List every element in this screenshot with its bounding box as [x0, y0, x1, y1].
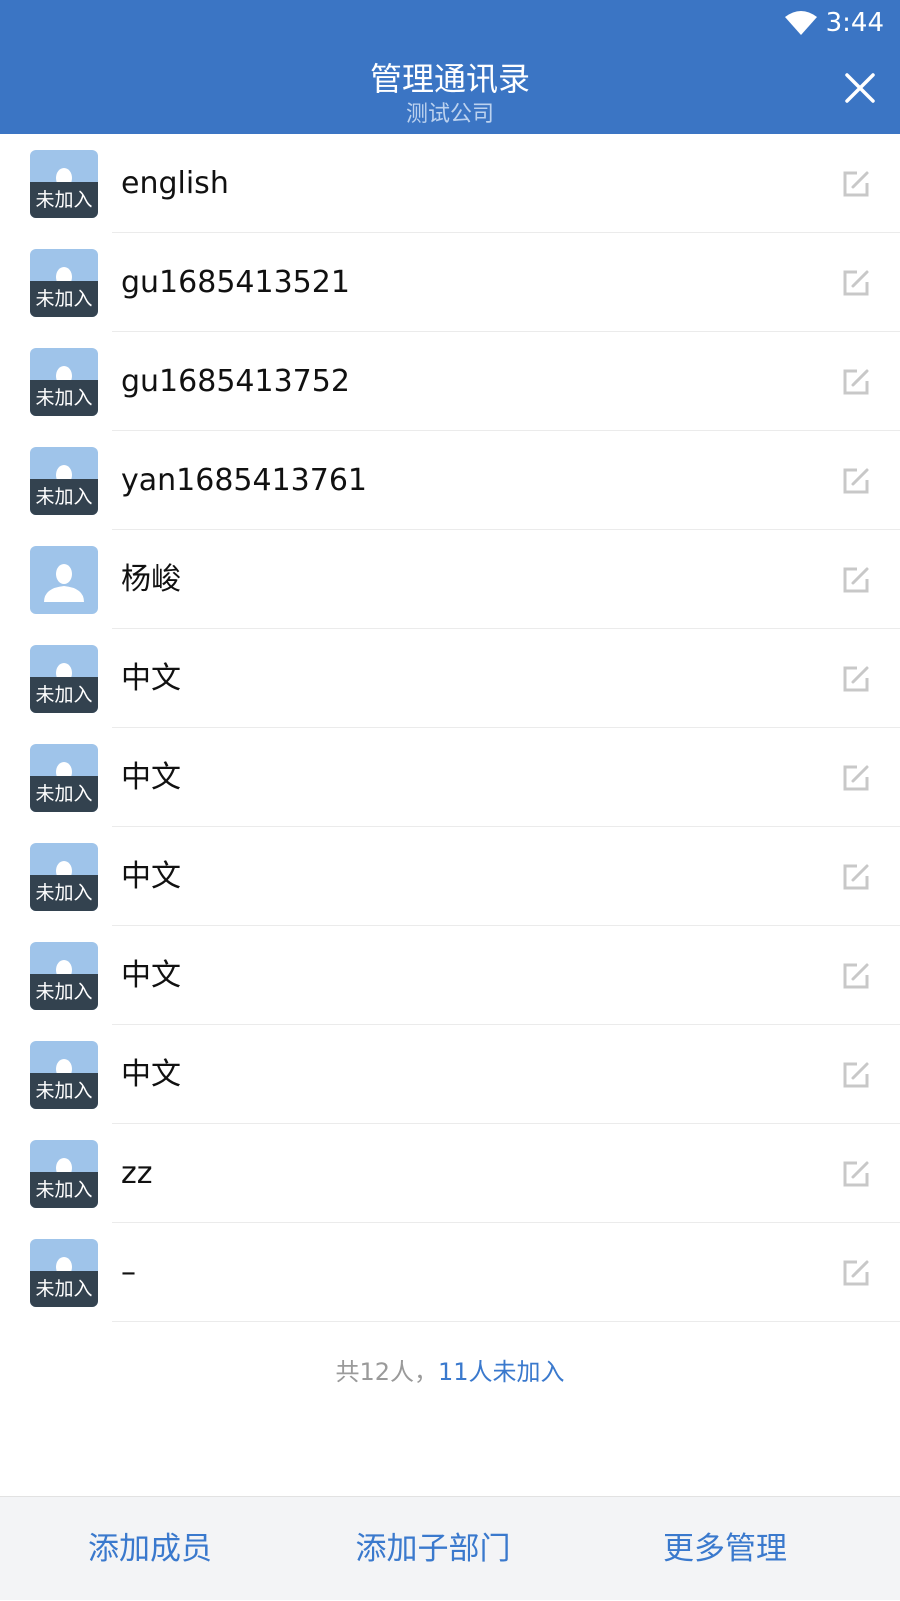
not-joined-badge: 未加入 [30, 479, 98, 515]
member-row[interactable]: 未加入 gu1685413521 [0, 233, 900, 332]
avatar: 未加入 [30, 1041, 98, 1109]
member-name: 中文 [121, 661, 181, 696]
edit-icon[interactable] [840, 1059, 872, 1091]
member-row[interactable]: 未加入 gu1685413752 [0, 332, 900, 431]
avatar: 未加入 [30, 249, 98, 317]
member-row[interactable]: 未加入 中文 [0, 728, 900, 827]
member-row[interactable]: 未加入 中文 [0, 1025, 900, 1124]
member-row[interactable]: 未加入 zz [0, 1124, 900, 1223]
edit-icon[interactable] [840, 564, 872, 596]
member-name: zz [121, 1156, 153, 1191]
member-row[interactable]: 未加入 yan1685413761 [0, 431, 900, 530]
not-joined-badge: 未加入 [30, 974, 98, 1010]
not-joined-badge: 未加入 [30, 281, 98, 317]
member-name: yan1685413761 [121, 463, 368, 498]
avatar: 未加入 [30, 744, 98, 812]
member-name: gu1685413752 [121, 364, 350, 399]
not-joined-badge: 未加入 [30, 875, 98, 911]
status-bar: 3:44 [0, 0, 900, 46]
summary-pending-link[interactable]: 11人未加入 [438, 1358, 565, 1386]
member-name: 杨峻 [121, 562, 181, 597]
add-subdepartment-button[interactable]: 添加子部门 [283, 1497, 583, 1601]
member-list: 未加入 english 未加入 gu1685413521 未加入 gu1685413752… [0, 134, 900, 1322]
app-header: 3:44 管理通讯录 测试公司 [0, 0, 900, 134]
person-icon [44, 564, 84, 602]
avatar: 未加入 [30, 1239, 98, 1307]
not-joined-badge: 未加入 [30, 677, 98, 713]
member-row[interactable]: 未加入 中文 [0, 629, 900, 728]
avatar: 未加入 [30, 645, 98, 713]
edit-icon[interactable] [840, 1257, 872, 1289]
edit-icon[interactable] [840, 366, 872, 398]
member-name: 中文 [121, 1057, 181, 1092]
edit-icon[interactable] [840, 960, 872, 992]
close-icon[interactable] [842, 70, 878, 106]
member-name: 中文 [121, 859, 181, 894]
avatar: 未加入 [30, 447, 98, 515]
member-row[interactable]: 未加入 中文 [0, 827, 900, 926]
edit-icon[interactable] [840, 861, 872, 893]
page-subtitle: 测试公司 [405, 102, 494, 127]
status-time: 3:44 [825, 8, 884, 38]
avatar: 未加入 [30, 843, 98, 911]
avatar [30, 546, 98, 614]
page-title: 管理通讯录 [369, 60, 530, 98]
avatar: 未加入 [30, 942, 98, 1010]
member-name: gu1685413521 [121, 265, 350, 300]
more-manage-button[interactable]: 更多管理 [575, 1497, 875, 1601]
not-joined-badge: 未加入 [30, 182, 98, 218]
member-summary: 共12人，11人未加入 [0, 1352, 900, 1387]
edit-icon[interactable] [840, 168, 872, 200]
edit-icon[interactable] [840, 267, 872, 299]
not-joined-badge: 未加入 [30, 1172, 98, 1208]
bottom-action-bar: 添加成员 添加子部门 更多管理 [0, 1496, 900, 1600]
member-name: 中文 [121, 958, 181, 993]
avatar: 未加入 [30, 1140, 98, 1208]
not-joined-badge: 未加入 [30, 1271, 98, 1307]
member-row[interactable]: 杨峻 [0, 530, 900, 629]
member-row[interactable]: 未加入 中文 [0, 926, 900, 1025]
not-joined-badge: 未加入 [30, 380, 98, 416]
member-row[interactable]: 未加入 – [0, 1223, 900, 1322]
row-divider [112, 1321, 900, 1322]
edit-icon[interactable] [840, 663, 872, 695]
edit-icon[interactable] [840, 465, 872, 497]
wifi-icon [785, 11, 817, 35]
edit-icon[interactable] [840, 1158, 872, 1190]
not-joined-badge: 未加入 [30, 776, 98, 812]
member-name: – [121, 1255, 136, 1290]
avatar: 未加入 [30, 150, 98, 218]
summary-total: 共12人， [335, 1358, 438, 1386]
avatar: 未加入 [30, 348, 98, 416]
add-member-button[interactable]: 添加成员 [0, 1497, 300, 1601]
not-joined-badge: 未加入 [30, 1073, 98, 1109]
member-name: english [121, 166, 229, 201]
edit-icon[interactable] [840, 762, 872, 794]
member-name: 中文 [121, 760, 181, 795]
member-row[interactable]: 未加入 english [0, 134, 900, 233]
